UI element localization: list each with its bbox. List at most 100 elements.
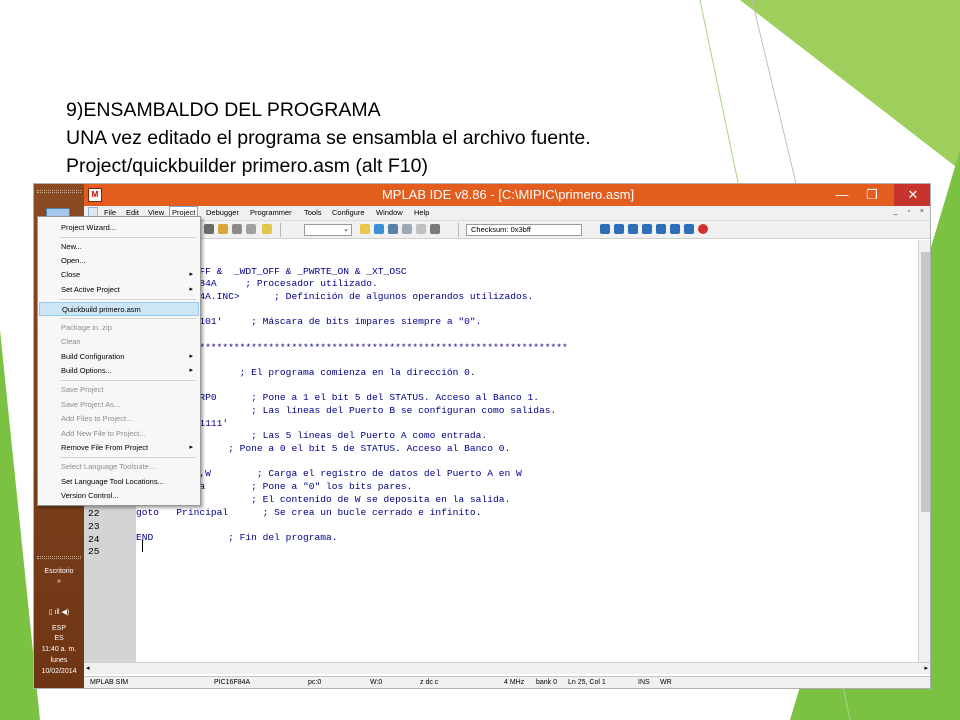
clock-day: lunes [50,657,68,664]
clock-date: 10/02/2014 [41,668,77,675]
menu-item-build-options[interactable]: Build Options... ▸ [39,364,199,378]
breakpoint-icon[interactable] [698,224,708,234]
menu-item-set-active-project[interactable]: Set Active Project ▸ [39,283,199,297]
checksum-display: Checksum: 0x3bff [466,224,582,236]
submenu-arrow-icon: ▸ [189,353,193,360]
menu-separator [60,299,196,300]
code-area[interactable]: FIG _CP_OFF & _WDT_OFF & _PWRTE_ON & _XT… [136,240,918,662]
step-into-icon[interactable] [642,224,652,234]
menu-separator [60,318,196,319]
maximize-button[interactable]: ❐ [858,184,886,206]
menu-configure[interactable]: Configure [332,208,365,217]
menu-item-project-wizard[interactable]: Project Wizard... [39,221,199,235]
menu-item-label: Close [61,270,81,279]
status-frequency: 4 MHz [504,679,525,686]
menu-item-quickbuild[interactable]: Quickbuild primero.asm [39,302,199,316]
save-project-icon[interactable] [388,224,398,234]
menu-item-close[interactable]: Close ▸ [39,268,199,282]
reset-icon[interactable] [684,224,694,234]
step-over-icon[interactable] [656,224,666,234]
status-debug-tool: MPLAB SIM [90,679,129,686]
configuration-combo[interactable]: ⌄ [304,224,352,236]
status-pc: pc:0 [308,679,322,686]
minimize-button[interactable]: — [828,184,856,206]
menu-programmer[interactable]: Programmer [250,208,292,217]
slide-line-3: Project/quickbuilder primero.asm (alt F1… [66,155,428,177]
status-bar: MPLAB SIM PIC16F84A pc:0 W:0 z dc c 4 MH… [84,676,930,688]
menu-item-add-files[interactable]: Add Files to Project... [39,412,199,426]
open-project-icon[interactable] [374,224,384,234]
taskbar-grip-2[interactable] [37,556,81,559]
halt-icon[interactable] [614,224,624,234]
menu-window[interactable]: Window [376,208,403,217]
code-editor[interactable]: 22 23 24 25 FIG _CP_OFF & _WDT_OFF & _PW… [84,240,930,662]
green-triangle-top-right [740,0,960,170]
step-out-icon[interactable] [670,224,680,234]
title-bar: M MPLAB IDE v8.86 - [C:\MIPIC\primero.as… [84,184,930,206]
slide-heading: 9)ENSAMBALDO DEL PROGRAMA [66,99,381,121]
menu-item-new[interactable]: New... [39,240,199,254]
tray-icons[interactable]: ▯ ıll ◀) [34,608,84,618]
mdi-window-buttons[interactable]: _ ▫ × [894,208,928,215]
status-device: PIC16F84A [214,679,251,686]
vertical-scrollbar[interactable] [918,240,930,662]
menu-debugger[interactable]: Debugger [206,208,239,217]
menu-item-open[interactable]: Open... [39,254,199,268]
menu-item-clean[interactable]: Clean [39,335,199,349]
menu-item-version-control[interactable]: Version Control... [39,489,199,503]
build-icon[interactable] [218,224,228,234]
taskbar-grip[interactable] [37,190,81,193]
submenu-arrow-icon: ▸ [189,286,193,293]
submenu-arrow-icon: ▸ [189,444,193,451]
desktop-label[interactable]: Escritorio [34,567,84,577]
vertical-scroll-thumb[interactable] [921,252,930,512]
animate-icon[interactable] [628,224,638,234]
expand-icon[interactable]: » [34,577,84,587]
scroll-left-icon[interactable]: ◂ [86,664,90,672]
workspace-icon[interactable] [402,224,412,234]
menu-item-remove-file[interactable]: Remove File From Project ▸ [39,441,199,455]
slide-text: 9)ENSAMBALDO DEL PROGRAMA UNA vez editad… [66,96,766,180]
horizontal-scrollbar[interactable]: ◂ ▸ [84,662,930,674]
code-line: Mascara ; Pone a "0" los bits pares. [136,481,413,492]
menu-bar: File Edit View Project Debugger Programm… [84,206,930,221]
menu-item-set-language-tool-locations[interactable]: Set Language Tool Locations... [39,475,199,489]
disk-icon[interactable] [416,224,426,234]
flag-icon[interactable] [246,224,256,234]
close-button[interactable]: ✕ [894,184,930,206]
language-code[interactable]: ESP [34,624,84,634]
toolbar-separator-2 [458,223,459,237]
new-project-icon[interactable] [360,224,370,234]
menu-item-label: Remove File From Project [61,443,149,452]
status-cursor-position: Ln 25, Col 1 [568,679,606,686]
menu-item-package-zip[interactable]: Package in .zip [39,321,199,335]
info-icon[interactable] [430,224,440,234]
code-line: PORTA,W ; Carga el registro de datos del… [136,468,522,479]
code-line: CÓDIGOS ********************************… [136,342,568,353]
project-menu-dropdown: Project Wizard... New... Open... Close ▸ … [37,216,201,506]
menu-tools[interactable]: Tools [304,208,322,217]
language-region: ES [54,635,64,642]
menu-item-save-project[interactable]: Save Project [39,383,199,397]
menu-separator [60,380,196,381]
status-w: W:0 [370,679,383,686]
scroll-right-icon[interactable]: ▸ [924,664,928,672]
menu-separator [60,237,196,238]
status-insert-mode: INS [638,679,650,686]
menu-item-build-configuration[interactable]: Build Configuration ▸ [39,350,199,364]
menu-item-label: Build Configuration [61,352,125,361]
menu-separator [60,457,196,458]
line-number: 23 [88,521,100,532]
line-number: 22 [88,508,100,519]
menu-help[interactable]: Help [414,208,429,217]
help-icon[interactable] [262,224,272,234]
run-icon[interactable] [600,224,610,234]
menu-item-select-language-toolsuite[interactable]: Select Language Toolsuite... [39,460,199,474]
submenu-arrow-icon: ▸ [189,367,193,374]
menu-item-save-project-as[interactable]: Save Project As... [39,398,199,412]
menu-item-add-new-file[interactable]: Add New File to Project... [39,427,199,441]
code-line: PORTB ; El contenido de W se deposita en… [136,494,511,505]
print-icon[interactable] [204,224,214,234]
make-icon[interactable] [232,224,242,234]
clock-time[interactable]: 11:40 a. m. [34,645,84,655]
